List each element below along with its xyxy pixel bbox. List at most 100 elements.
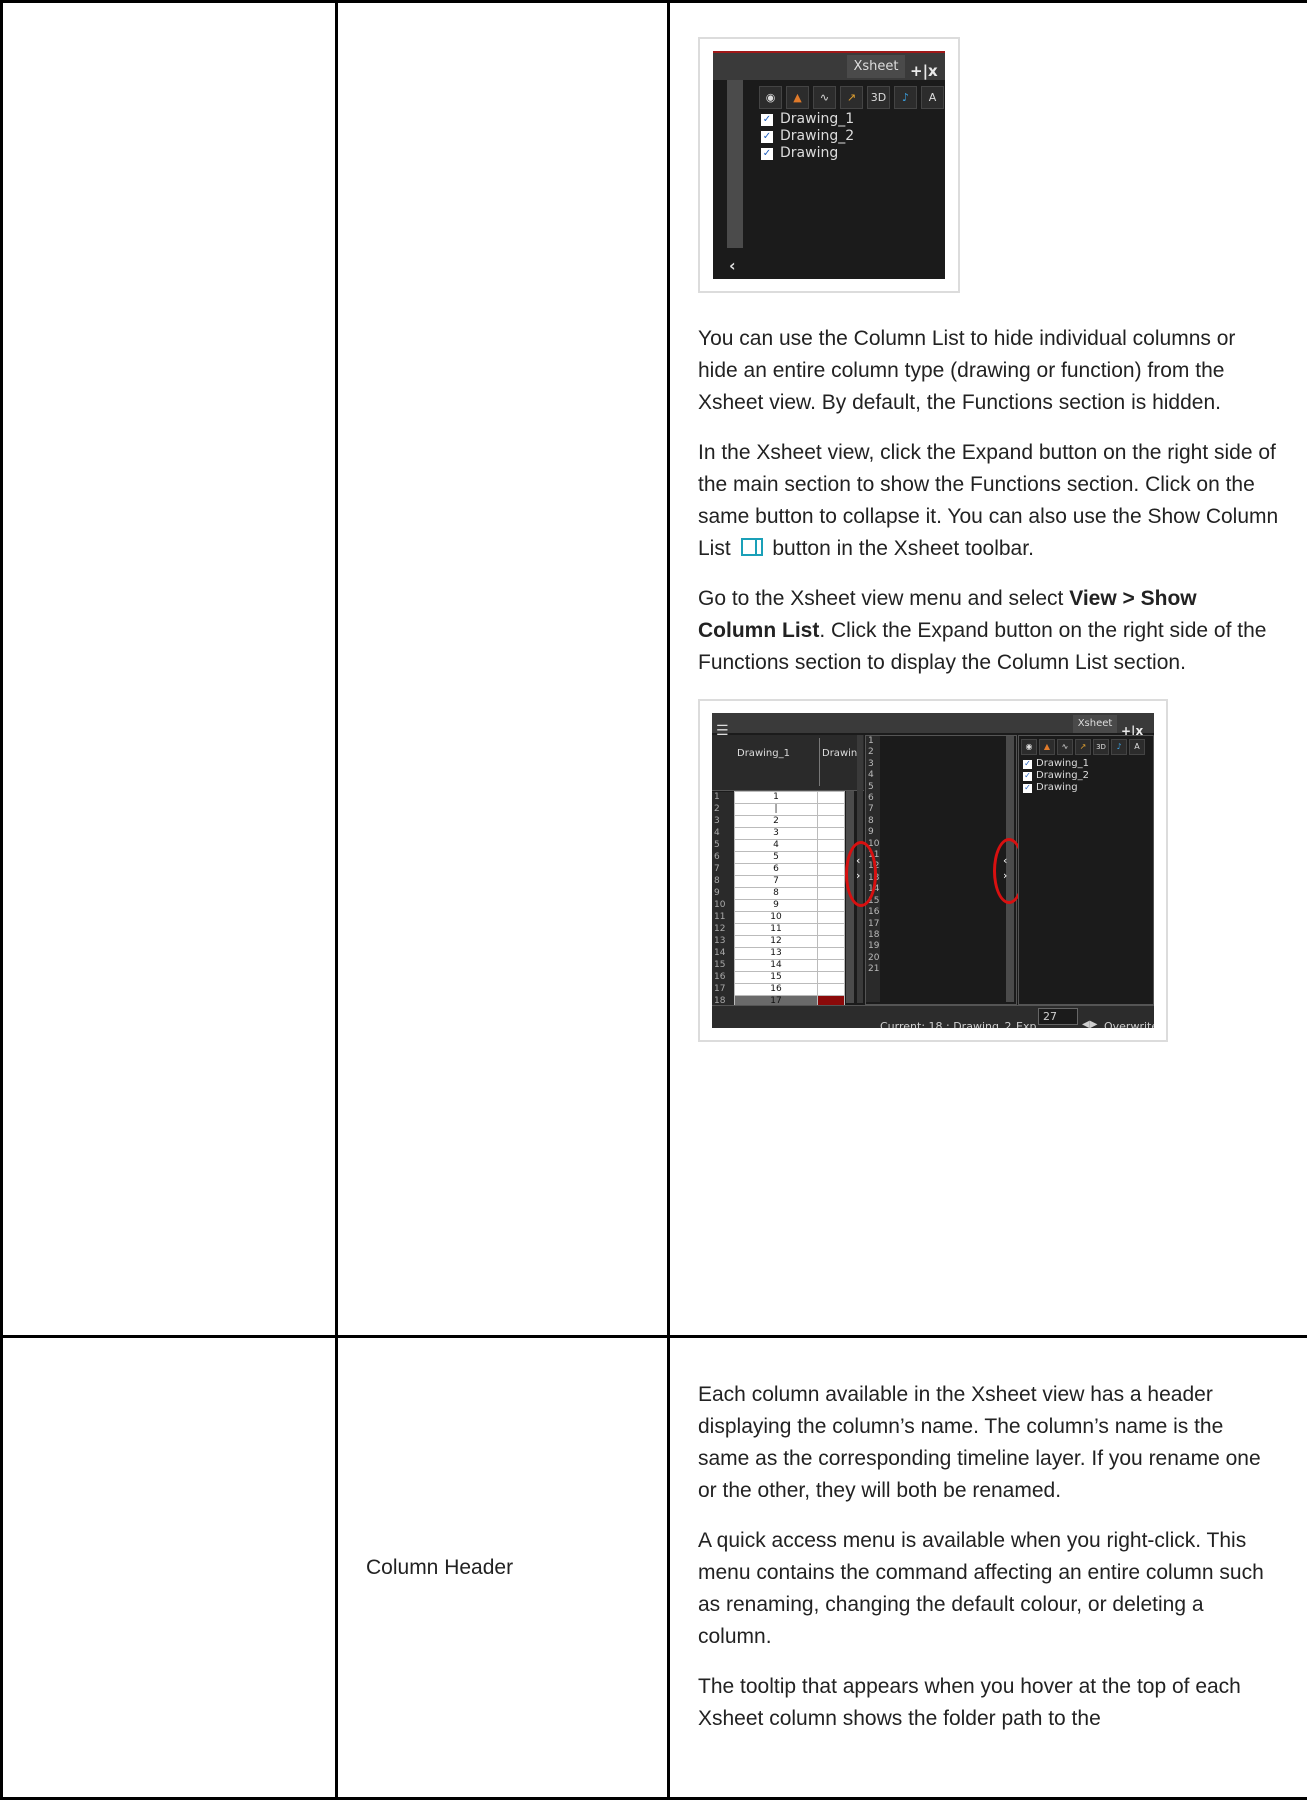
exposure-cell[interactable]: 4 xyxy=(735,840,818,852)
exposure-cell[interactable] xyxy=(818,912,845,924)
column-name: Drawing_2 xyxy=(780,128,854,145)
exposure-cell[interactable]: 9 xyxy=(735,900,818,912)
frame-number: 21 xyxy=(866,964,880,975)
function-icon[interactable]: ∿ xyxy=(813,86,836,109)
sound-icon[interactable]: ♪ xyxy=(894,86,917,109)
frame-number: 6 xyxy=(866,793,880,804)
column-check-item[interactable]: ✓Drawing xyxy=(761,145,854,162)
3d-icon[interactable]: 3D xyxy=(867,86,890,109)
exposure-cell[interactable] xyxy=(818,936,845,948)
scrollbar[interactable] xyxy=(727,80,743,248)
document-table: Xsheet +|x ‹ ◉ ▲ ∿ ↗ 3D ♪ A xyxy=(0,0,1307,1800)
exposure-cell[interactable] xyxy=(818,948,845,960)
exposure-cell[interactable]: 13 xyxy=(735,948,818,960)
text-icon[interactable]: A xyxy=(1129,739,1145,755)
exposure-cell[interactable] xyxy=(818,888,845,900)
brush-icon[interactable]: ↗ xyxy=(840,86,863,109)
eye-icon[interactable]: ◉ xyxy=(1021,739,1037,755)
checkbox-icon[interactable]: ✓ xyxy=(1023,760,1032,769)
exposure-cell[interactable]: 1 xyxy=(735,792,818,804)
exposure-cell[interactable]: 5 xyxy=(735,852,818,864)
exposure-cell[interactable]: 2 xyxy=(735,816,818,828)
table-row: 54 xyxy=(712,840,845,852)
exposure-cell[interactable] xyxy=(818,852,845,864)
exposure-cell[interactable]: 15 xyxy=(735,972,818,984)
sound-icon[interactable]: ♪ xyxy=(1111,739,1127,755)
xsheet-view-screenshot: ☰ Xsheet +|x Drawing_1 Drawing 112|32435… xyxy=(698,699,1168,1042)
exposure-input[interactable]: 27 xyxy=(1038,1008,1078,1025)
column-check-item[interactable]: ✓Drawing_1 xyxy=(761,111,854,128)
exposure-cell[interactable] xyxy=(818,840,845,852)
exposure-cell[interactable]: 14 xyxy=(735,960,818,972)
column-checklist: ✓Drawing_1 ✓ Drawing_2 ✓Drawing xyxy=(761,111,854,162)
brush-icon[interactable]: ↗ xyxy=(1075,739,1091,755)
exposure-stepper[interactable]: ◀▶ xyxy=(1082,1009,1097,1028)
exposure-cell[interactable]: 11 xyxy=(735,924,818,936)
xsheet-panel: Xsheet +|x ‹ ◉ ▲ ∿ ↗ 3D ♪ A xyxy=(713,51,945,279)
column-name: Drawing xyxy=(1036,782,1078,794)
exposure-cell[interactable]: 7 xyxy=(735,876,818,888)
table-row: 109 xyxy=(712,900,845,912)
frame-number: 1 xyxy=(866,736,880,747)
checkbox-icon[interactable]: ✓ xyxy=(1023,784,1032,793)
column-check-item[interactable]: ✓ Drawing_1 xyxy=(1023,758,1089,770)
exposure-cell[interactable] xyxy=(818,864,845,876)
exposure-cell[interactable]: 16 xyxy=(735,984,818,996)
frame-number: 10 xyxy=(712,900,735,912)
exposure-cell[interactable]: 8 xyxy=(735,888,818,900)
column-list-screenshot: Xsheet +|x ‹ ◉ ▲ ∿ ↗ 3D ♪ A xyxy=(698,37,960,293)
table-row: 1312 xyxy=(712,936,845,948)
exposure-cell[interactable]: 10 xyxy=(735,912,818,924)
exposure-cell[interactable]: 3 xyxy=(735,828,818,840)
highlight-ellipse xyxy=(845,841,877,907)
exposure-cell[interactable] xyxy=(818,900,845,912)
colour-icon[interactable]: ▲ xyxy=(1039,739,1055,755)
text-icon[interactable]: A xyxy=(921,86,944,109)
paragraph: Each column available in the Xsheet view… xyxy=(698,1379,1279,1507)
exposure-cell[interactable] xyxy=(818,816,845,828)
exposure-cell[interactable] xyxy=(818,972,845,984)
checkbox-icon[interactable]: ✓ xyxy=(761,114,773,126)
table-row: 2| xyxy=(712,804,845,816)
xsheet-tab[interactable]: Xsheet xyxy=(847,55,905,78)
frame-number: 4 xyxy=(866,770,880,781)
column-check-item[interactable]: ✓ Drawing_2 xyxy=(761,128,854,145)
column-name: Drawing_1 xyxy=(1036,758,1089,770)
table-row: 65 xyxy=(712,852,845,864)
exposure-cell[interactable]: 12 xyxy=(735,936,818,948)
frame-number: 12 xyxy=(712,924,735,936)
exposure-cell[interactable]: 6 xyxy=(735,864,818,876)
exposure-cell[interactable] xyxy=(818,924,845,936)
row2-col2-cell: Column Header xyxy=(337,1337,669,1799)
checkbox-icon[interactable]: ✓ xyxy=(761,148,773,160)
row2-col1-cell xyxy=(2,1337,337,1799)
row1-col1-cell xyxy=(2,2,337,1337)
exposure-cell[interactable] xyxy=(818,984,845,996)
frame-number: 17 xyxy=(712,984,735,996)
status-bar: Current: 18 : Drawing_2 Exp 27 ◀▶ Overwr… xyxy=(712,1005,1154,1028)
overwrite-mode[interactable]: Overwrite xyxy=(1104,1011,1154,1028)
3d-icon[interactable]: 3D xyxy=(1093,739,1109,755)
exposure-cell[interactable] xyxy=(818,804,845,816)
frame-number: 3 xyxy=(712,816,735,828)
frame-number: 15 xyxy=(712,960,735,972)
colour-icon[interactable]: ▲ xyxy=(786,86,809,109)
row1-col2-cell xyxy=(337,2,669,1337)
frame-number: 14 xyxy=(712,948,735,960)
exposure-cell[interactable] xyxy=(818,960,845,972)
exposure-cell[interactable]: | xyxy=(735,804,818,816)
exposure-cell[interactable] xyxy=(818,792,845,804)
column-header[interactable]: Drawing_1 xyxy=(734,738,820,786)
column-check-item[interactable]: ✓ Drawing xyxy=(1023,782,1089,794)
exposure-cell[interactable] xyxy=(818,828,845,840)
checkbox-icon[interactable]: ✓ xyxy=(1023,772,1032,781)
table-row: 11 xyxy=(712,792,845,804)
checkbox-icon[interactable]: ✓ xyxy=(761,131,773,143)
collapse-chevron-icon[interactable]: ‹ xyxy=(729,250,736,279)
eye-icon[interactable]: ◉ xyxy=(759,86,782,109)
exposure-grid: 112|324354657687981091110121113121413151… xyxy=(712,791,845,1008)
function-icon[interactable]: ∿ xyxy=(1057,739,1073,755)
exposure-cell[interactable] xyxy=(818,876,845,888)
frame-number: 3 xyxy=(866,759,880,770)
column-check-item[interactable]: ✓Drawing_2 xyxy=(1023,770,1089,782)
